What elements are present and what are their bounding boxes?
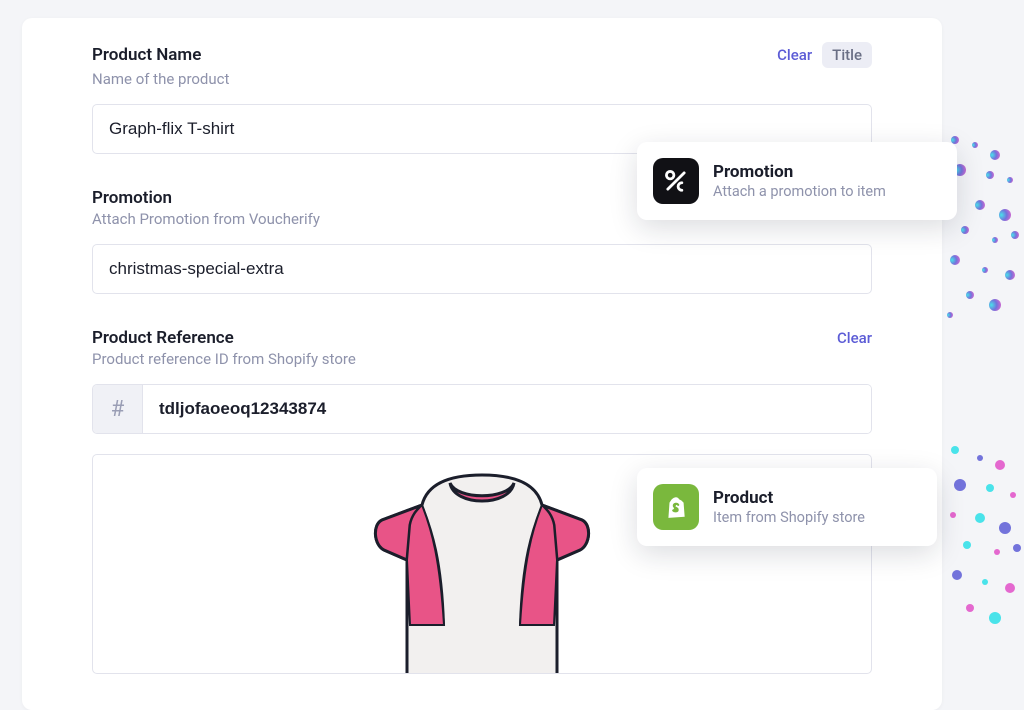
percent-icon bbox=[653, 158, 699, 204]
field-product-name: Product Name Clear Title Name of the pro… bbox=[92, 42, 872, 154]
field-header: Product Reference Clear bbox=[92, 328, 872, 348]
decorative-burst-bottom bbox=[935, 430, 1024, 640]
tshirt-illustration bbox=[332, 465, 632, 674]
field-description-product-reference: Product reference ID from Shopify store bbox=[92, 350, 872, 368]
card-subtitle-product: Item from Shopify store bbox=[713, 509, 865, 526]
product-reference-row: # bbox=[92, 384, 872, 434]
field-actions: Clear Title bbox=[777, 42, 872, 68]
hash-icon: # bbox=[93, 385, 143, 433]
field-description-product-name: Name of the product bbox=[92, 70, 872, 88]
card-title-product: Product bbox=[713, 488, 865, 508]
card-title-promotion: Promotion bbox=[713, 162, 886, 182]
field-header: Product Name Clear Title bbox=[92, 42, 872, 68]
title-badge[interactable]: Title bbox=[822, 42, 872, 68]
product-integration-card[interactable]: Product Item from Shopify store bbox=[637, 468, 937, 546]
card-text: Product Item from Shopify store bbox=[713, 488, 865, 526]
product-reference-input[interactable] bbox=[143, 385, 871, 433]
main-form-panel: Product Name Clear Title Name of the pro… bbox=[22, 18, 942, 710]
clear-button-product-reference[interactable]: Clear bbox=[837, 329, 872, 347]
field-actions: Clear bbox=[837, 329, 872, 347]
shopify-icon bbox=[653, 484, 699, 530]
card-subtitle-promotion: Attach a promotion to item bbox=[713, 183, 886, 200]
clear-button-product-name[interactable]: Clear bbox=[777, 46, 812, 64]
field-label-product-reference: Product Reference bbox=[92, 328, 234, 348]
field-label-promotion: Promotion bbox=[92, 188, 172, 208]
field-label-product-name: Product Name bbox=[92, 45, 201, 65]
promotion-input[interactable] bbox=[92, 244, 872, 294]
promotion-integration-card[interactable]: Promotion Attach a promotion to item bbox=[637, 142, 957, 220]
card-text: Promotion Attach a promotion to item bbox=[713, 162, 886, 200]
